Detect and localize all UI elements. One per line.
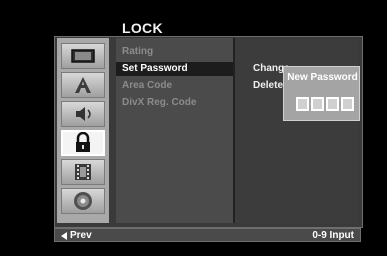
category-divx[interactable] bbox=[61, 159, 105, 185]
password-digit-box[interactable] bbox=[326, 97, 339, 111]
category-lock[interactable] bbox=[61, 130, 105, 156]
left-arrow-icon bbox=[61, 231, 67, 240]
password-digit-box[interactable] bbox=[341, 97, 354, 111]
category-audio[interactable] bbox=[61, 101, 105, 127]
menu-item-set-password[interactable]: Set Password bbox=[116, 62, 233, 76]
category-language[interactable] bbox=[61, 72, 105, 98]
new-password-popup: New Password bbox=[283, 66, 360, 121]
disc-icon bbox=[74, 192, 92, 210]
osd-screen: LOCK Rating Set Password Area Code DivX … bbox=[0, 0, 387, 256]
lock-submenu: Rating Set Password Area Code DivX Reg. … bbox=[116, 38, 235, 223]
tv-screen-icon bbox=[71, 49, 95, 63]
padlock-icon bbox=[76, 132, 90, 152]
password-digit-box[interactable] bbox=[296, 97, 309, 111]
category-display[interactable] bbox=[61, 43, 105, 69]
film-strip-icon bbox=[75, 164, 91, 180]
category-other[interactable] bbox=[61, 188, 105, 214]
prev-label: Prev bbox=[70, 230, 92, 241]
menu-item-divx-reg-code[interactable]: DivX Reg. Code bbox=[116, 96, 233, 110]
popup-title: New Password bbox=[287, 72, 358, 83]
footer-bar: Prev 0-9 Input bbox=[54, 228, 361, 242]
audio-speaker-icon bbox=[76, 107, 91, 121]
prev-button[interactable]: Prev bbox=[61, 230, 92, 241]
password-digit-box[interactable] bbox=[311, 97, 324, 111]
language-a-icon bbox=[75, 77, 91, 93]
menu-item-area-code[interactable]: Area Code bbox=[116, 79, 233, 93]
menu-title: LOCK bbox=[122, 20, 163, 36]
menu-item-rating[interactable]: Rating bbox=[116, 45, 233, 59]
category-sidebar bbox=[57, 38, 109, 223]
input-hint: 0-9 Input bbox=[312, 230, 354, 241]
option-delete[interactable]: Delete bbox=[253, 80, 283, 91]
